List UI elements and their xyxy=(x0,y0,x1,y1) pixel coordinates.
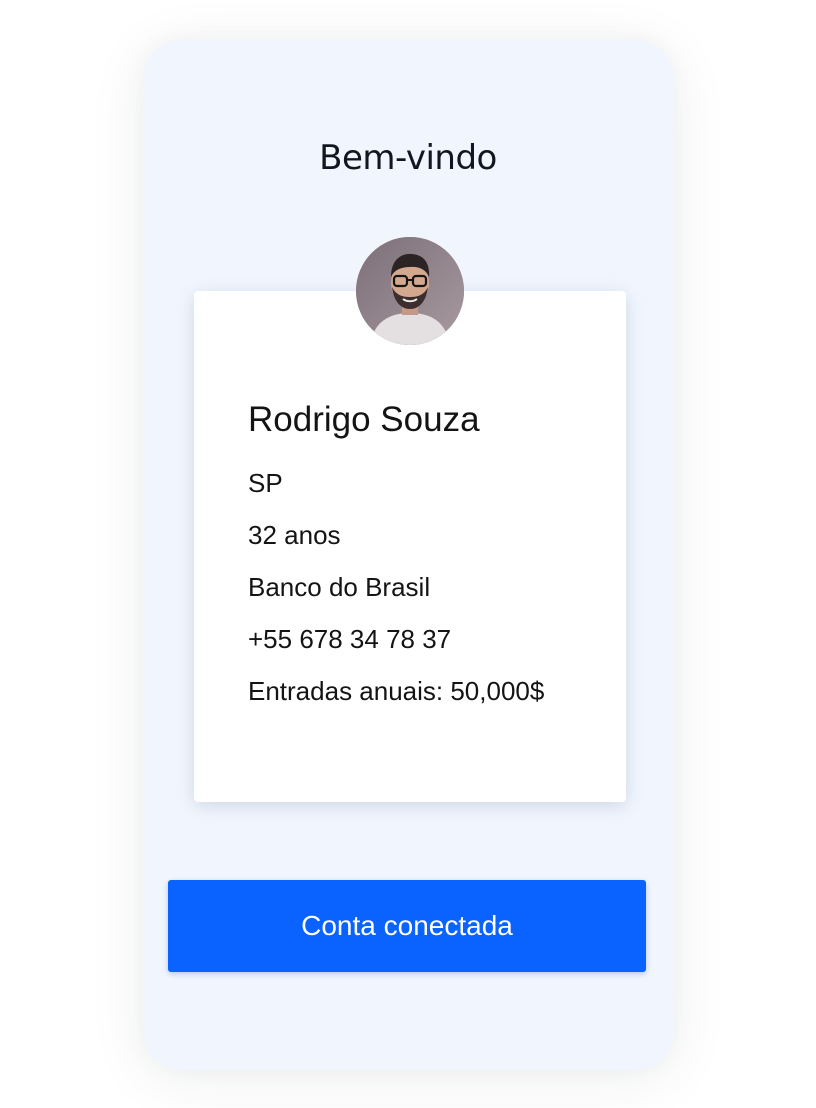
avatar xyxy=(356,237,464,345)
page-title: Bem-vindo xyxy=(319,138,497,178)
profile-age: 32 anos xyxy=(248,520,341,550)
user-photo-icon xyxy=(356,237,464,345)
profile-annual-income: Entradas anuais: 50,000$ xyxy=(248,676,545,706)
connected-account-button[interactable]: Conta conectada xyxy=(168,880,646,972)
profile-name: Rodrigo Souza xyxy=(248,400,480,439)
profile-phone: +55 678 34 78 37 xyxy=(248,624,452,654)
profile-bank: Banco do Brasil xyxy=(248,572,431,602)
profile-state: SP xyxy=(248,468,283,498)
